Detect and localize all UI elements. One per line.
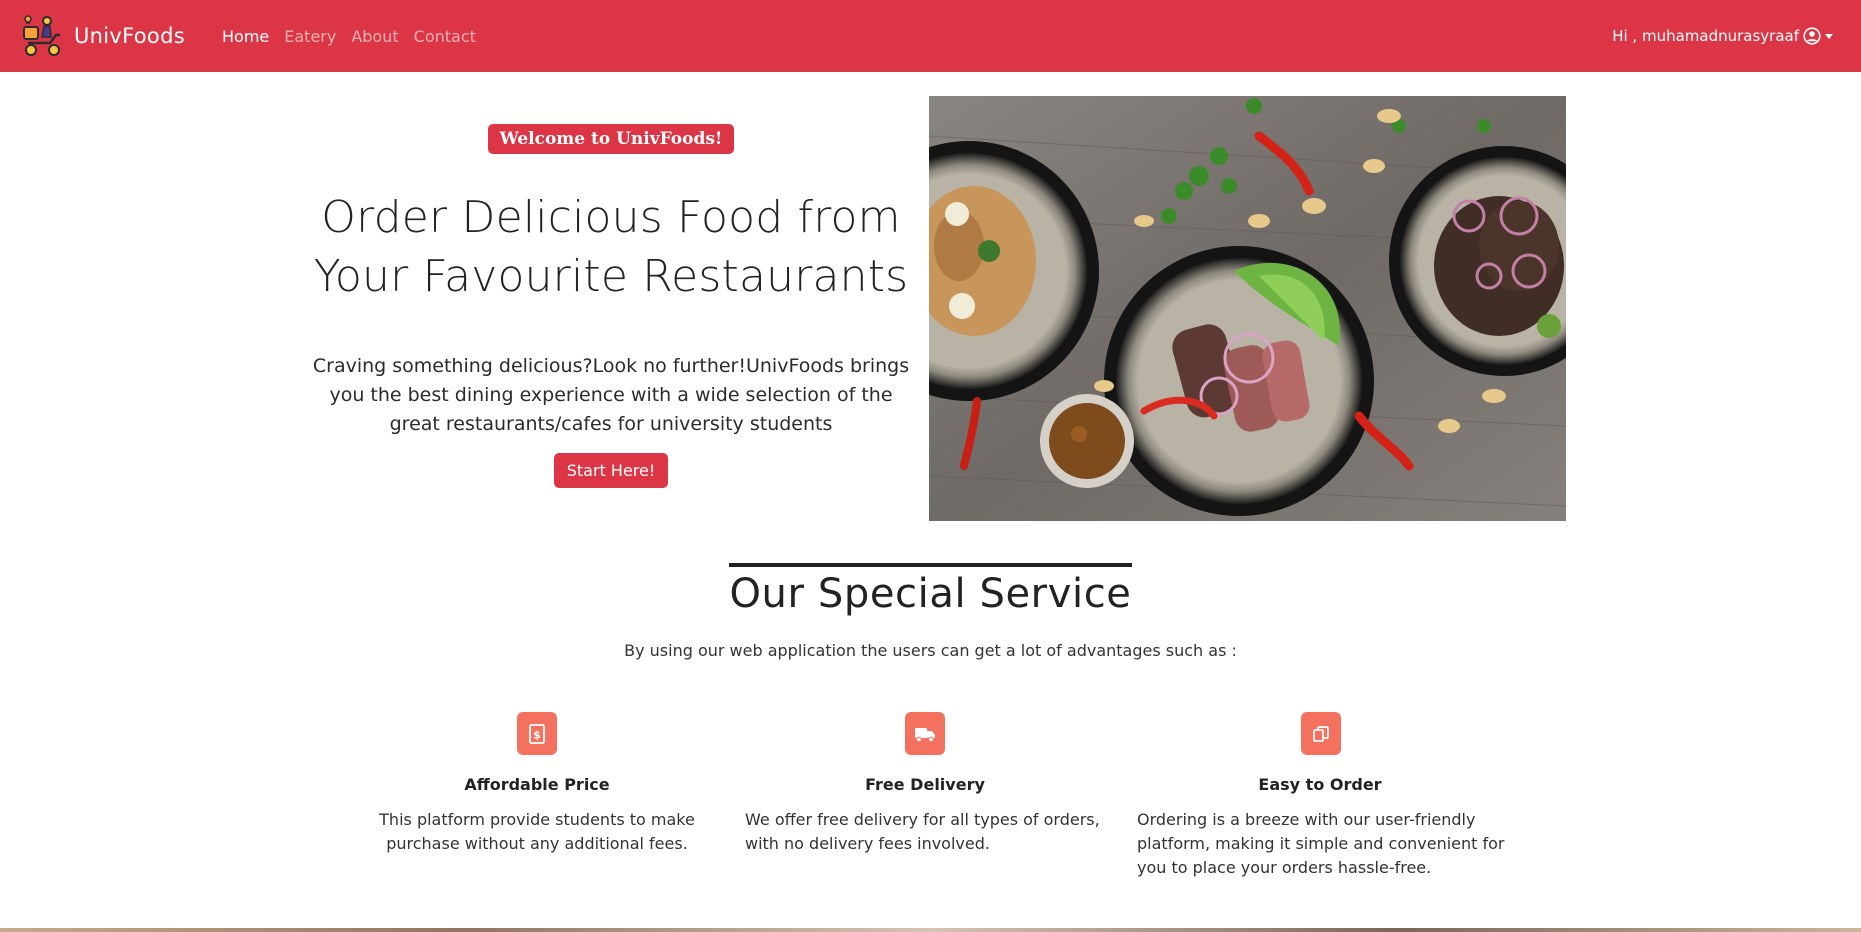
- food-platter-illustration: [929, 96, 1566, 521]
- feature-text: We offer free delivery for all types of …: [745, 810, 1100, 853]
- feature-title: Easy to Order: [1258, 775, 1382, 794]
- feature-title: Affordable Price: [464, 775, 610, 794]
- navbar: UnivFoods Home Eatery About Contact Hi ,…: [0, 0, 1861, 72]
- footer-image-edge: [0, 928, 1861, 932]
- user-circle-icon: [1803, 27, 1821, 45]
- chevron-down-icon: [1825, 33, 1833, 39]
- nav-link-contact[interactable]: Contact: [414, 27, 476, 46]
- service-subtitle: By using our web application the users c…: [624, 641, 1237, 660]
- svg-text:$: $: [533, 728, 541, 741]
- hero-title-line1: Order Delicious Food from: [321, 192, 901, 243]
- hero-section: Welcome to UnivFoods! Order Delicious Fo…: [300, 96, 922, 488]
- welcome-badge: Welcome to UnivFoods!: [487, 124, 735, 154]
- nav-link-home[interactable]: Home: [222, 27, 269, 46]
- start-here-button[interactable]: Start Here!: [553, 453, 669, 488]
- nav-links: Home Eatery About Contact: [222, 0, 476, 72]
- user-menu-dropdown[interactable]: Hi , muhamadnurasyraaf: [1612, 0, 1833, 72]
- feature-affordable-price: $ Affordable Price This platform provide…: [357, 712, 717, 856]
- service-title: Our Special Service: [729, 563, 1132, 617]
- service-heading-wrap: Our Special Service: [0, 563, 1861, 617]
- nav-link-eatery[interactable]: Eatery: [284, 27, 336, 46]
- receipt-dollar-icon: $: [517, 712, 557, 755]
- hero-food-image: [929, 96, 1566, 521]
- feature-easy-to-order: Easy to Order Ordering is a breeze with …: [1137, 712, 1517, 880]
- hero-title: Order Delicious Food from Your Favourite…: [300, 188, 922, 306]
- nav-link-about[interactable]: About: [351, 27, 398, 46]
- brand-name[interactable]: UnivFoods: [74, 24, 185, 48]
- feature-title: Free Delivery: [865, 775, 985, 794]
- feature-text: Ordering is a breeze with our user-frien…: [1137, 810, 1505, 877]
- truck-icon: [905, 712, 945, 755]
- feature-free-delivery: Free Delivery We offer free delivery for…: [745, 712, 1105, 856]
- delivery-scooter-logo-icon: [23, 15, 60, 56]
- user-greeting[interactable]: Hi , muhamadnurasyraaf: [1612, 27, 1799, 45]
- hero-title-line2: Your Favourite Restaurants: [313, 251, 909, 302]
- brand[interactable]: UnivFoods: [20, 12, 185, 60]
- feature-text: This platform provide students to make p…: [379, 810, 695, 853]
- copy-icon: [1301, 712, 1341, 755]
- hero-description: Craving something delicious?Look no furt…: [312, 355, 910, 435]
